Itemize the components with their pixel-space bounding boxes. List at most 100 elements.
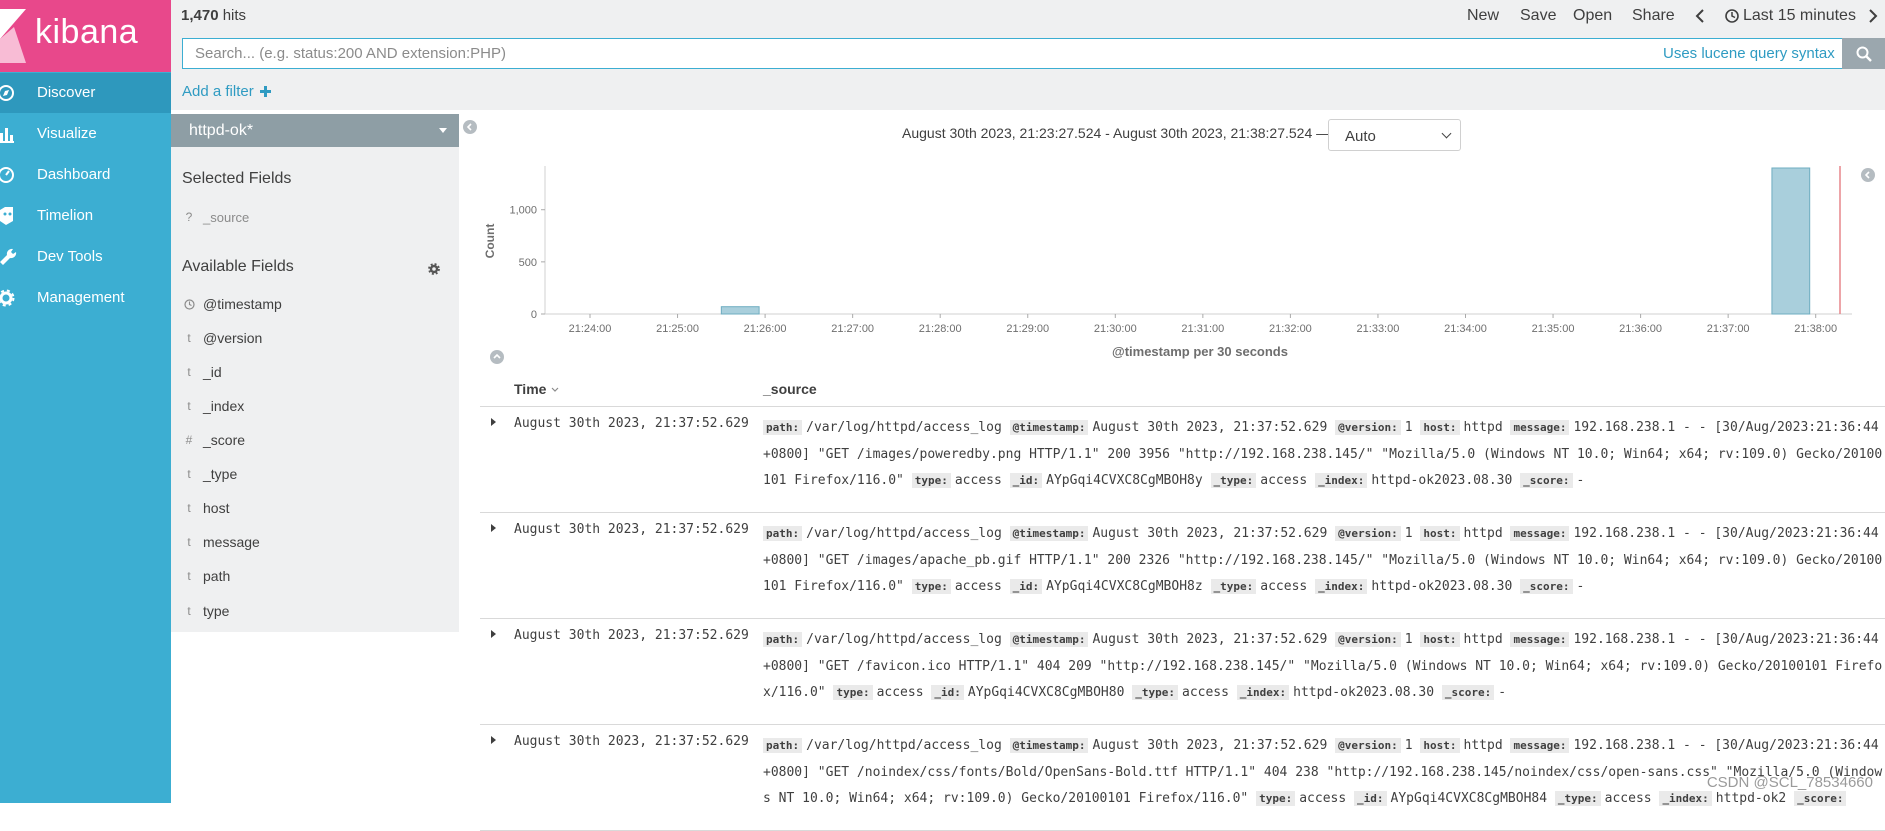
sidebar-item-dev-tools[interactable]: Dev Tools: [0, 237, 171, 277]
gear-icon[interactable]: [428, 263, 440, 275]
sidebar-item-label: Dashboard: [37, 166, 111, 183]
available-fields-heading: Available Fields: [182, 258, 294, 275]
sidebar-item-visualize[interactable]: Visualize: [0, 114, 171, 154]
histogram-bar: [1771, 167, 1811, 315]
selected-field-source[interactable]: ? _source: [171, 205, 459, 231]
save-button[interactable]: Save: [1520, 7, 1556, 25]
new-button[interactable]: New: [1467, 7, 1499, 25]
field-id[interactable]: t _id: [171, 360, 459, 386]
plus-icon: [259, 86, 271, 97]
source-field-value: access: [954, 579, 1002, 594]
source-field-key: path:: [763, 632, 803, 647]
table-row[interactable]: August 30th 2023, 21:37:52.629 path:/var/…: [480, 408, 1885, 513]
clock-icon: [184, 299, 195, 310]
source-field-value: httpd-ok2023.08.30: [1293, 685, 1435, 700]
expand-row-icon[interactable]: [491, 736, 496, 744]
wrench-icon: [0, 248, 17, 265]
sidebar-item-management[interactable]: Management: [0, 278, 171, 318]
field-host[interactable]: t host: [171, 496, 459, 522]
hits-counter: 1,470 hits: [181, 7, 246, 24]
field-timestamp[interactable]: @timestamp: [171, 292, 459, 318]
field-type-icon: t: [187, 604, 191, 618]
source-field-value: -: [1498, 685, 1507, 700]
index-pattern-selector[interactable]: httpd-ok*: [171, 114, 459, 147]
row-source: path:/var/log/httpd/access_log @timestam…: [763, 627, 1883, 707]
source-field-value: httpd: [1463, 738, 1503, 753]
source-field-key: path:: [763, 526, 803, 541]
source-field-value: 1: [1404, 738, 1413, 753]
expand-row-icon[interactable]: [491, 418, 496, 426]
field-type-icon: ?: [185, 210, 193, 224]
source-field-value: access: [954, 473, 1002, 488]
expand-row-icon[interactable]: [491, 630, 496, 638]
sidebar-item-label: Timelion: [37, 207, 94, 224]
kibana-logo[interactable]: kibana: [0, 0, 171, 72]
column-header-source: _source: [763, 381, 817, 397]
compass-icon: [0, 85, 14, 101]
search-input[interactable]: [183, 39, 1663, 68]
field-path[interactable]: t path: [171, 564, 459, 590]
row-source: path:/var/log/httpd/access_log @timestam…: [763, 733, 1883, 813]
table-row[interactable]: August 30th 2023, 21:37:52.629 path:/var/…: [480, 726, 1885, 831]
sidebar-item-label: Discover: [37, 84, 96, 101]
open-button[interactable]: Open: [1573, 7, 1612, 25]
source-field-key: @timestamp:: [1009, 420, 1089, 435]
chevron-right-icon[interactable]: [1868, 9, 1878, 23]
add-filter-button[interactable]: Add a filter: [182, 83, 271, 100]
collapse-chart-right-button[interactable]: [1861, 168, 1875, 182]
field-version[interactable]: t @version: [171, 326, 459, 352]
field-type-icon: t: [187, 331, 191, 345]
source-field-key: _type:: [1554, 791, 1601, 806]
time-picker-label: Last 15 minutes: [1743, 7, 1856, 24]
field-score[interactable]: # _score: [171, 428, 459, 454]
chevron-left-icon[interactable]: [1695, 9, 1705, 23]
sidebar-item-timelion[interactable]: Timelion: [0, 196, 171, 236]
field-type[interactable]: t type: [171, 599, 459, 625]
source-field-key: _index:: [1236, 685, 1290, 700]
field-type-underscore[interactable]: t _type: [171, 462, 459, 488]
collapse-sidebar-button[interactable]: [463, 120, 477, 134]
source-field-key: host:: [1420, 632, 1460, 647]
source-field-value: August 30th 2023, 21:37:52.629: [1092, 738, 1328, 753]
source-field-value: August 30th 2023, 21:37:52.629: [1092, 420, 1328, 435]
field-type-icon: t: [187, 569, 191, 583]
interval-select[interactable]: Auto: [1328, 119, 1461, 151]
share-button[interactable]: Share: [1632, 7, 1675, 25]
field-type-icon: t: [187, 365, 191, 379]
lucene-syntax-link[interactable]: Uses lucene query syntax: [1663, 45, 1835, 62]
source-field-value: -: [1576, 473, 1585, 488]
source-field-key: @version:: [1335, 632, 1401, 647]
sidebar-item-dashboard[interactable]: Dashboard: [0, 155, 171, 195]
source-field-value: httpd-ok2023.08.30: [1371, 473, 1513, 488]
field-type-icon: t: [187, 501, 191, 515]
field-name: message: [203, 534, 260, 550]
source-field-value: access: [1260, 579, 1308, 594]
field-name: host: [203, 500, 230, 516]
source-field-key: type:: [911, 579, 951, 594]
histogram-bar: [720, 306, 760, 315]
expand-row-icon[interactable]: [491, 524, 496, 532]
table-row[interactable]: August 30th 2023, 21:37:52.629 path:/var/…: [480, 620, 1885, 725]
source-field-key: host:: [1420, 738, 1460, 753]
sidebar-item-discover[interactable]: Discover: [0, 73, 171, 113]
field-message[interactable]: t message: [171, 530, 459, 556]
search-button[interactable]: [1842, 38, 1885, 69]
source-field-value: 1: [1404, 632, 1413, 647]
table-row[interactable]: August 30th 2023, 21:37:52.629 path:/var/…: [480, 514, 1885, 619]
source-field-key: _id:: [931, 685, 964, 700]
source-field-key: message:: [1510, 738, 1570, 753]
source-field-value: httpd-ok2: [1715, 791, 1787, 806]
y-tick-label: 1,000: [509, 205, 537, 217]
sidebar-item-label: Management: [37, 289, 125, 306]
add-filter-label: Add a filter: [182, 83, 254, 100]
field-index[interactable]: t _index: [171, 394, 459, 420]
search-bar: Uses lucene query syntax: [182, 38, 1865, 69]
source-field-key: _index:: [1659, 791, 1712, 806]
source-field-key: _id:: [1009, 579, 1043, 594]
source-field-key: _score:: [1520, 579, 1573, 594]
row-time: August 30th 2023, 21:37:52.629: [514, 522, 749, 537]
source-field-key: host:: [1420, 526, 1460, 541]
source-field-key: type:: [1256, 791, 1296, 806]
column-header-time[interactable]: Time: [514, 381, 560, 397]
source-field-value: 1: [1404, 420, 1413, 435]
